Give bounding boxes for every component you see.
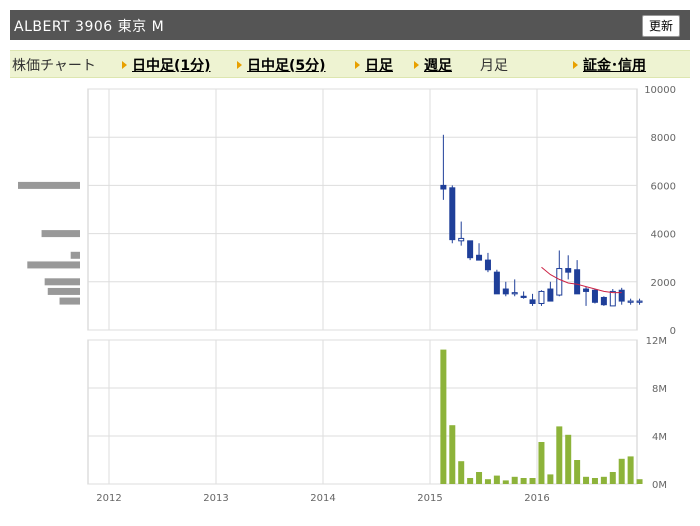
volume-bar (493, 475, 500, 484)
volume-bar (547, 474, 554, 484)
volume-bar (458, 461, 465, 484)
tab-monthly: 月足 (480, 58, 508, 74)
x-tick-label: 2016 (524, 493, 549, 504)
candle-body (502, 288, 509, 295)
volume-bar (449, 425, 456, 484)
price-tick-label: 4000 (651, 230, 676, 241)
tab-arrow-icon (414, 61, 419, 69)
price-volume-profile (18, 181, 80, 305)
candle-body (458, 237, 465, 242)
candle-body (538, 290, 545, 304)
chart-tab-bar: 株価チャート 日中足(1分) 日中足(5分) 日足 週足 月足 証金･信用 (10, 50, 690, 78)
candle-body (440, 184, 447, 190)
tab-arrow-icon (237, 61, 242, 69)
x-tick-label: 2013 (203, 493, 228, 504)
volume-tick-label: 0M (652, 480, 667, 491)
volume-bar (502, 480, 509, 484)
candle-body (627, 300, 634, 303)
price-tick-label: 6000 (651, 181, 676, 192)
price-panel: 10000 8000 6000 4000 2000 0 (87, 85, 676, 337)
price-profile-bar (27, 261, 80, 269)
tab-arrow-icon (355, 61, 360, 69)
tab-weekly[interactable]: 週足 (414, 55, 452, 75)
volume-bar (591, 478, 598, 484)
candle-body (583, 288, 590, 292)
candle-body (547, 288, 554, 302)
price-profile-bar (70, 251, 80, 259)
volume-bar (600, 476, 607, 484)
volume-bar (556, 426, 563, 484)
stock-title: ALBERT 3906 東京 M (14, 19, 165, 35)
price-tick-label: 0 (670, 326, 676, 337)
volume-bar (484, 479, 491, 484)
volume-bar (529, 478, 536, 484)
candle-body (591, 289, 598, 303)
price-profile-bar (44, 278, 80, 286)
volume-tick-label: 4M (652, 432, 667, 443)
volume-panel-frame (87, 339, 638, 485)
moving-average-line (541, 266, 622, 294)
price-tick-label: 2000 (651, 278, 676, 289)
candle-body (618, 289, 625, 302)
candle-body (600, 296, 607, 306)
tab-stock-chart: 株価チャート (12, 58, 96, 74)
candle-body (449, 187, 456, 241)
volume-bar (574, 460, 581, 484)
price-profile-bar (59, 297, 80, 305)
candle-body (476, 254, 483, 261)
price-panel-frame (87, 88, 638, 331)
x-tick-label: 2015 (417, 493, 442, 504)
candle-body (467, 240, 474, 259)
price-profile-bar (47, 287, 80, 295)
x-tick-label: 2012 (96, 493, 121, 504)
volume-bar (627, 456, 634, 484)
candle-body (574, 269, 581, 295)
candle-body (511, 292, 518, 295)
refresh-button[interactable]: 更新 (641, 15, 680, 37)
chart-header: ALBERT 3906 東京 M 更新 (10, 10, 690, 40)
tab-intraday-1min[interactable]: 日中足(1分) (122, 55, 211, 75)
price-profile-bar (18, 181, 80, 189)
volume-bar (618, 458, 625, 484)
tab-arrow-icon (122, 61, 127, 69)
volume-panel: 12M 8M 4M 0M 2012 2013 2014 2015 2016 (87, 336, 667, 504)
volume-bar (467, 478, 474, 484)
candle-body (636, 300, 643, 303)
volume-bar (511, 476, 518, 484)
volume-bar (565, 434, 572, 484)
tab-arrow-icon (573, 61, 578, 69)
price-profile-bar (41, 230, 80, 238)
volume-bar (440, 349, 447, 484)
volume-bar (520, 478, 527, 484)
volume-bar (636, 479, 643, 484)
price-tick-label: 8000 (651, 133, 676, 144)
price-tick-label: 10000 (644, 85, 676, 96)
volume-bar (583, 476, 590, 484)
tab-intraday-5min[interactable]: 日中足(5分) (237, 55, 326, 75)
candle-body (484, 259, 491, 271)
volume-tick-label: 8M (652, 384, 667, 395)
x-tick-label: 2014 (310, 493, 335, 504)
candle-body (556, 268, 563, 296)
candle-body (529, 299, 536, 304)
candle-body (565, 268, 572, 273)
candle-body (609, 290, 616, 307)
volume-bar (609, 472, 616, 484)
tab-margin-credit[interactable]: 証金･信用 (573, 55, 646, 75)
volume-tick-label: 12M (646, 336, 667, 347)
volume-bar (538, 442, 545, 484)
tab-daily[interactable]: 日足 (355, 55, 393, 75)
stock-chart: 10000 8000 6000 4000 2000 0 12M 8M 4M 0M 2012 2013… (18, 85, 676, 504)
candle-body (520, 295, 527, 298)
candle-body (493, 271, 500, 295)
volume-bar (476, 472, 483, 484)
